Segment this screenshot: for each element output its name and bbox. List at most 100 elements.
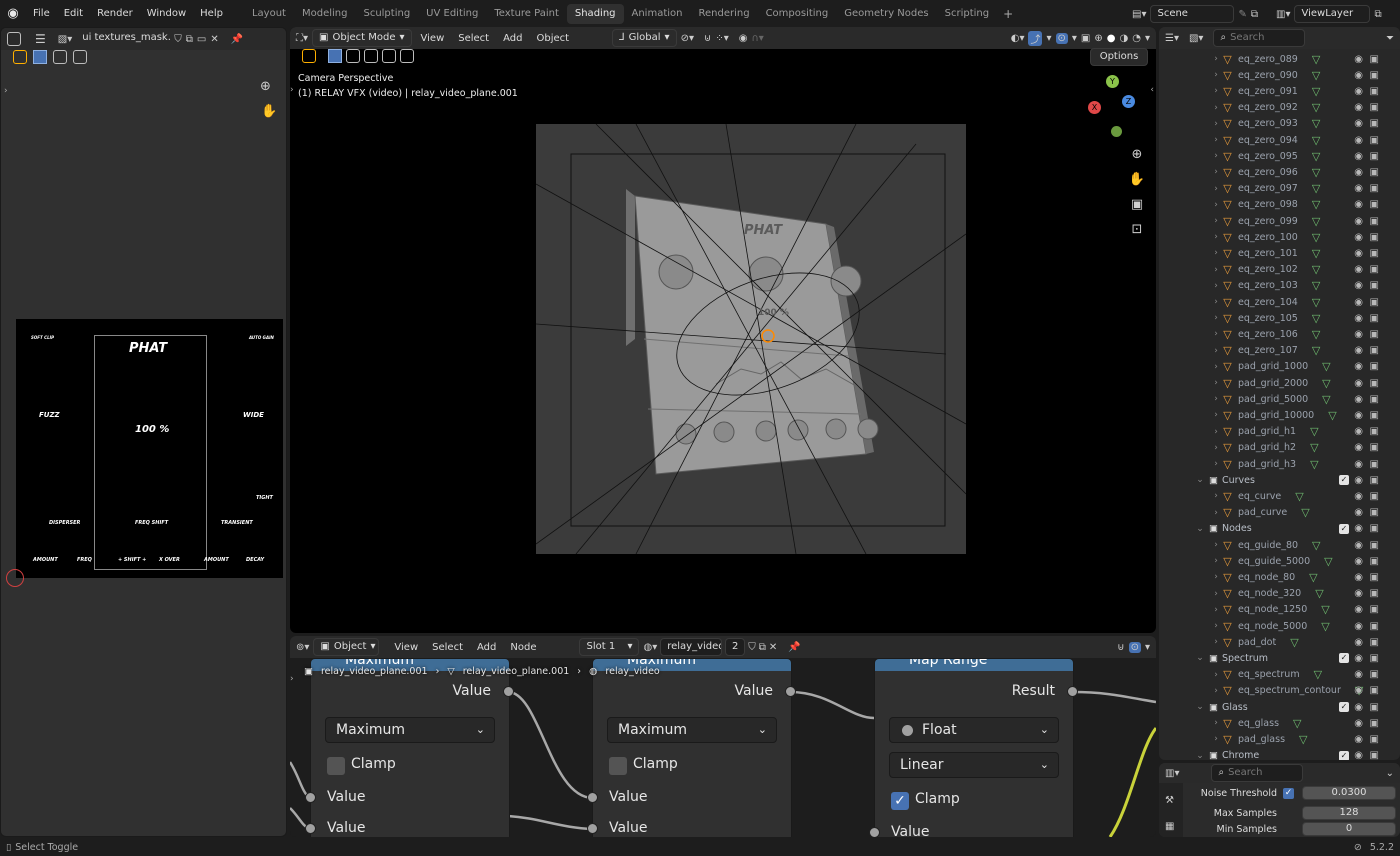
render-camera-icon[interactable]: ▣: [1370, 523, 1379, 534]
expand-triangle-icon[interactable]: ›: [1211, 491, 1221, 501]
tab-layout[interactable]: Layout: [244, 4, 294, 24]
render-camera-icon[interactable]: ▣: [1370, 118, 1379, 129]
outliner-item[interactable]: › ▽ eq_zero_097 ▽ ◉ ▣: [1159, 181, 1389, 197]
snap-icon[interactable]: ⊍: [704, 33, 711, 44]
mesh-data-icon[interactable]: ▽: [1312, 166, 1320, 179]
material-user-count[interactable]: 2: [725, 638, 746, 656]
mesh-data-icon[interactable]: ▽: [1322, 360, 1330, 373]
expand-triangle-icon[interactable]: ›: [1211, 540, 1221, 550]
expand-triangle-icon[interactable]: ›: [1211, 248, 1221, 258]
outliner-item[interactable]: › ▽ eq_zero_090 ▽ ◉ ▣: [1159, 67, 1389, 83]
render-camera-icon[interactable]: ▣: [1370, 540, 1379, 551]
visibility-eye-icon[interactable]: ◉: [1354, 426, 1363, 437]
outliner-item[interactable]: › ▽ eq_spectrum ▽ ◉ ▣: [1159, 667, 1389, 683]
outliner-item[interactable]: › ▽ eq_zero_093 ▽ ◉ ▣: [1159, 116, 1389, 132]
chevron-down-icon[interactable]: ▾: [1072, 33, 1077, 44]
outliner-item[interactable]: › ▽ eq_node_1250 ▽ ◉ ▣: [1159, 602, 1389, 618]
noise-threshold-field[interactable]: 0.0300: [1302, 786, 1396, 800]
outliner-item[interactable]: › ▽ pad_glass ▽ ◉ ▣: [1159, 731, 1389, 747]
outliner-item[interactable]: › ▽ eq_zero_098 ▽ ◉ ▣: [1159, 197, 1389, 213]
xray-icon[interactable]: ▣: [1081, 33, 1090, 44]
navigation-gizmo[interactable]: Y Z X: [1086, 75, 1148, 137]
outliner-search-field[interactable]: ⌕ Search: [1213, 29, 1306, 47]
wireframe-shading-icon[interactable]: ⊕: [1094, 33, 1102, 44]
gizmo-neg-y-axis[interactable]: [1111, 126, 1122, 137]
menu-icon[interactable]: ☰: [35, 32, 46, 46]
image-browse-icon[interactable]: ▧▾: [58, 34, 72, 45]
tab-rendering[interactable]: Rendering: [690, 4, 757, 24]
outliner-item[interactable]: › ▽ pad_grid_2000 ▽ ◉ ▣: [1159, 375, 1389, 391]
mesh-data-icon[interactable]: ▽: [1293, 717, 1301, 730]
outliner-item[interactable]: › ▽ eq_zero_095 ▽ ◉ ▣: [1159, 148, 1389, 164]
expand-triangle-icon[interactable]: ›: [1211, 54, 1221, 64]
input-socket[interactable]: [869, 827, 880, 837]
render-camera-icon[interactable]: ▣: [1370, 378, 1379, 389]
expand-triangle-icon[interactable]: ›: [1211, 589, 1221, 599]
visibility-eye-icon[interactable]: ◉: [1354, 442, 1363, 453]
outliner-collection[interactable]: ⌄ ▣ Curves ✓ ◉ ▣: [1159, 472, 1389, 488]
tab-sculpting[interactable]: Sculpting: [355, 4, 418, 24]
visibility-eye-icon[interactable]: ◉: [1354, 653, 1363, 664]
visibility-eye-icon[interactable]: ◉: [1354, 135, 1363, 146]
outliner-item[interactable]: › ▽ eq_spectrum_contour ▽ ◉ ▣: [1159, 683, 1389, 699]
exclude-checkbox[interactable]: ✓: [1339, 702, 1349, 712]
tab-texture-paint[interactable]: Texture Paint: [486, 4, 567, 24]
outliner-item[interactable]: › ▽ eq_node_320 ▽ ◉ ▣: [1159, 586, 1389, 602]
image-name-field[interactable]: ui textures_mask.png: [76, 30, 171, 48]
render-camera-icon[interactable]: ▣: [1370, 637, 1379, 648]
fake-user-icon[interactable]: ⛉: [748, 642, 756, 653]
overlays-icon[interactable]: ⊙: [1128, 641, 1141, 653]
expand-triangle-icon[interactable]: ›: [1211, 232, 1221, 242]
shader-type-dropdown[interactable]: ▣ Object ▾: [313, 638, 380, 656]
render-camera-icon[interactable]: ▣: [1370, 604, 1379, 615]
expand-triangle-icon[interactable]: ›: [1211, 459, 1221, 469]
visibility-eye-icon[interactable]: ◉: [1354, 572, 1363, 583]
proportional-edit-icon[interactable]: ◉: [739, 33, 748, 44]
mesh-data-icon[interactable]: ▽: [1312, 231, 1320, 244]
expand-triangle-icon[interactable]: ›: [1211, 297, 1221, 307]
outliner-item[interactable]: › ▽ eq_zero_100 ▽ ◉ ▣: [1159, 229, 1389, 245]
sidebar-toggle-icon[interactable]: ›: [290, 674, 294, 684]
outliner-item[interactable]: › ▽ eq_zero_106 ▽ ◉ ▣: [1159, 326, 1389, 342]
visibility-icon[interactable]: ◐▾: [1011, 33, 1025, 44]
expand-triangle-icon[interactable]: ›: [1211, 151, 1221, 161]
collapse-triangle-icon[interactable]: ⌄: [1195, 475, 1205, 485]
pan-hand-icon[interactable]: ✋: [261, 104, 277, 119]
outliner-collection[interactable]: ⌄ ▣ Chrome ✓ ◉ ▣: [1159, 748, 1389, 760]
render-camera-icon[interactable]: ▣: [1370, 475, 1379, 486]
top-menu-help[interactable]: Help: [193, 0, 230, 27]
node-menu-view[interactable]: View: [389, 642, 423, 653]
expand-triangle-icon[interactable]: ›: [1211, 346, 1221, 356]
material-shading-icon[interactable]: ◑: [1120, 33, 1129, 44]
expand-triangle-icon[interactable]: ›: [1211, 103, 1221, 113]
outliner-item[interactable]: › ▽ eq_zero_092 ▽ ◉ ▣: [1159, 100, 1389, 116]
view-layer-selector[interactable]: ▥▾ ViewLayer ⧉: [1276, 5, 1396, 23]
select-tool-icon[interactable]: [302, 49, 316, 63]
tab-uv-editing[interactable]: UV Editing: [418, 4, 486, 24]
input-socket[interactable]: [305, 823, 316, 834]
render-camera-icon[interactable]: ▣: [1370, 491, 1379, 502]
outliner-item[interactable]: › ▽ eq_zero_096 ▽ ◉ ▣: [1159, 164, 1389, 180]
mesh-data-icon[interactable]: ▽: [1295, 490, 1303, 503]
render-camera-icon[interactable]: ▣: [1370, 572, 1379, 583]
chevron-down-icon[interactable]: ▾: [1046, 33, 1051, 44]
node-editor-type-icon[interactable]: ⊚▾: [296, 642, 309, 653]
render-camera-icon[interactable]: ▣: [1370, 280, 1379, 291]
blender-logo-icon[interactable]: ◉: [0, 6, 26, 21]
chevron-down-icon[interactable]: ▾: [1145, 33, 1150, 44]
mesh-data-icon[interactable]: ▽: [1312, 328, 1320, 341]
2d-cursor-icon[interactable]: [6, 569, 24, 587]
pin-icon[interactable]: 📌: [788, 642, 800, 653]
mesh-data-icon[interactable]: ▽: [1328, 409, 1336, 422]
solid-shading-icon[interactable]: ●: [1107, 33, 1116, 44]
expand-triangle-icon[interactable]: ›: [1211, 394, 1221, 404]
open-image-icon[interactable]: ▭: [197, 34, 206, 45]
mesh-data-icon[interactable]: ▽: [1312, 198, 1320, 211]
output-socket[interactable]: [1067, 686, 1078, 697]
tab-scripting[interactable]: Scripting: [937, 4, 997, 24]
viewport-sidebar-toggle-icon[interactable]: ‹: [1150, 85, 1154, 95]
transform-orientation-dropdown[interactable]: ⅃ Global ▾: [612, 29, 677, 47]
render-camera-icon[interactable]: ▣: [1370, 313, 1379, 324]
outliner-collection[interactable]: ⌄ ▣ Spectrum ✓ ◉ ▣: [1159, 650, 1389, 666]
exclude-checkbox[interactable]: ✓: [1339, 750, 1349, 760]
